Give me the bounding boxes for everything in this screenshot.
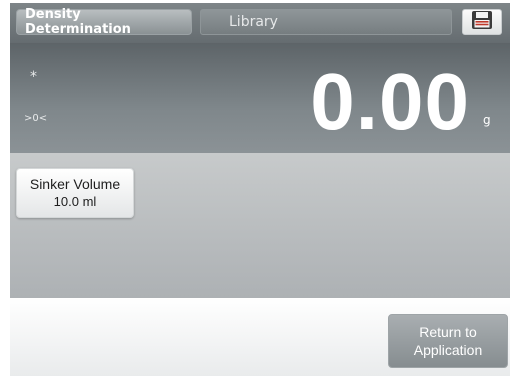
return-label-line1: Return to	[419, 324, 477, 340]
weight-display: * >0< 0.00 g	[10, 43, 510, 153]
library-label: Library	[229, 14, 278, 30]
weight-unit[interactable]: g	[483, 113, 491, 127]
sinker-volume-value: 10.0 ml	[53, 194, 97, 209]
stability-indicator: *	[30, 69, 37, 85]
application-tab-label: Density Determination	[25, 7, 131, 37]
floppy-disk-icon	[471, 10, 493, 34]
return-label-line2: Application	[413, 342, 483, 358]
balance-screen: Density Determination Library * >0< 0.00…	[10, 3, 510, 376]
bottom-bar: Return to Application	[10, 298, 510, 376]
return-to-application-button[interactable]: Return to Application	[388, 314, 508, 368]
library-button[interactable]: Library	[200, 9, 452, 35]
zero-indicator: >0<	[24, 113, 48, 124]
sinker-volume-button[interactable]: Sinker Volume 10.0 ml	[16, 168, 134, 218]
weight-reading: 0.00	[310, 57, 470, 146]
save-button[interactable]	[462, 9, 502, 35]
application-tab[interactable]: Density Determination	[16, 7, 192, 37]
top-bar: Density Determination Library	[10, 3, 510, 43]
sinker-volume-label: Sinker Volume	[29, 176, 121, 192]
application-info-area: Sinker Volume 10.0 ml	[10, 153, 510, 298]
